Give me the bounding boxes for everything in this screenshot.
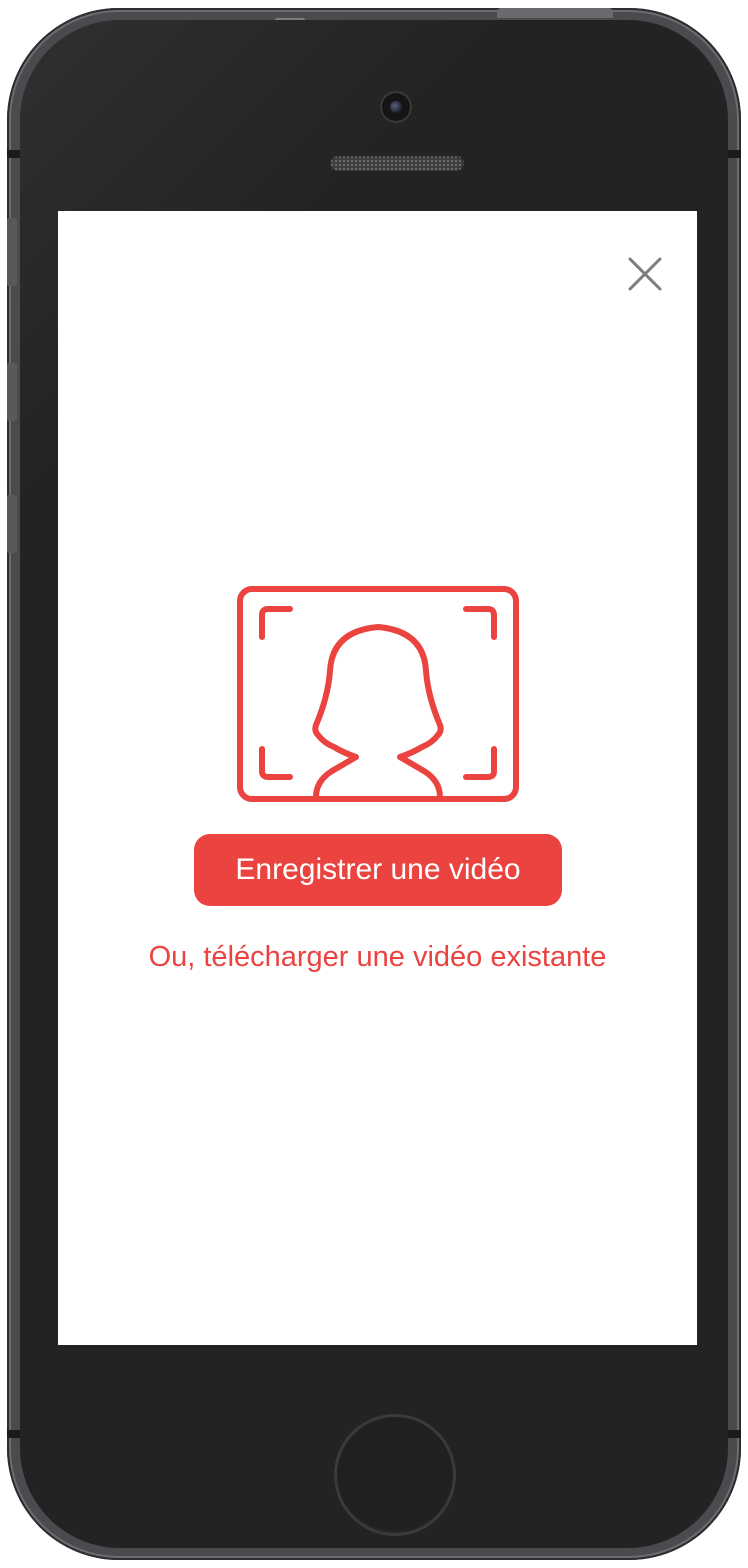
mute-switch	[7, 218, 17, 286]
home-button[interactable]	[334, 1414, 456, 1536]
close-icon	[628, 257, 662, 291]
antenna-band	[727, 1430, 741, 1438]
volume-up-button	[7, 363, 17, 421]
antenna-band	[727, 150, 741, 158]
front-camera	[380, 91, 412, 123]
selfie-frame-icon	[237, 586, 519, 802]
upload-existing-video-link[interactable]: Ou, télécharger une vidéo existante	[58, 937, 697, 977]
screen: Enregistrer une vidéo Ou, télécharger un…	[58, 211, 697, 1345]
record-video-button[interactable]: Enregistrer une vidéo	[194, 834, 562, 906]
close-button[interactable]	[624, 253, 666, 295]
antenna-band	[7, 150, 21, 158]
earpiece-speaker	[330, 155, 464, 171]
power-button	[497, 8, 613, 18]
antenna-band	[7, 1430, 21, 1438]
volume-down-button	[7, 495, 17, 553]
